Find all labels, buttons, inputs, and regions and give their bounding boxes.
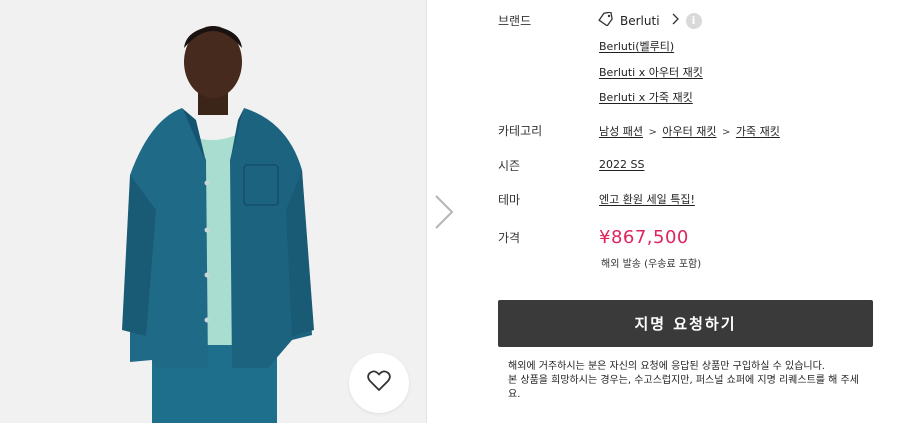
request-note: 해외에 거주하시는 분은 자신의 요청에 응답된 상품만 구입하실 수 있습니다… — [508, 360, 868, 402]
category-label: 카테고리 — [498, 124, 543, 138]
heart-icon — [367, 370, 391, 396]
wishlist-button[interactable] — [349, 353, 409, 413]
next-arrow-icon[interactable] — [432, 192, 456, 232]
category-link-outer[interactable]: 아우터 재킷 — [662, 125, 716, 138]
brand-outer-link[interactable]: Berluti x 아우터 재킷 — [599, 64, 703, 80]
price-label: 가격 — [498, 231, 521, 245]
breadcrumb-separator: > — [721, 127, 731, 138]
brand-name: Berluti — [620, 13, 660, 28]
brand-tag[interactable]: Berluti i — [598, 11, 702, 29]
season-label: 시즌 — [498, 159, 521, 173]
brand-link[interactable]: Berluti(벨루티) — [599, 38, 674, 54]
note-line: 본 상품을 희망하시는 경우는, 수고스럽지만, 퍼스널 쇼퍼에 지명 리퀘스트… — [508, 375, 859, 400]
breadcrumb-separator: > — [648, 127, 657, 138]
season-link[interactable]: 2022 SS — [599, 158, 644, 171]
brand-leather-link[interactable]: Berluti x 가죽 재킷 — [599, 89, 693, 105]
breadcrumb: 남성 패션 > 아우터 재킷 > 가죽 재킷 — [599, 123, 780, 139]
shipping-note: 해외 발송 (우송료 포함) — [601, 259, 702, 270]
info-icon[interactable]: i — [685, 12, 702, 29]
note-line: 해외에 거주하시는 분은 자신의 요청에 응답된 상품만 구입하실 수 있습니다… — [508, 361, 825, 372]
price-value: ¥867,500 — [599, 227, 689, 248]
chevron-right-icon — [672, 13, 680, 28]
tag-icon — [598, 11, 614, 29]
category-link-men[interactable]: 남성 패션 — [599, 125, 643, 138]
brand-label: 브랜드 — [498, 14, 532, 28]
request-button[interactable]: 지명 요청하기 — [498, 300, 873, 347]
theme-label: 테마 — [498, 193, 521, 207]
theme-link[interactable]: 엔고 환원 세일 특집! — [599, 191, 695, 207]
category-link-leather[interactable]: 가죽 재킷 — [736, 125, 780, 138]
